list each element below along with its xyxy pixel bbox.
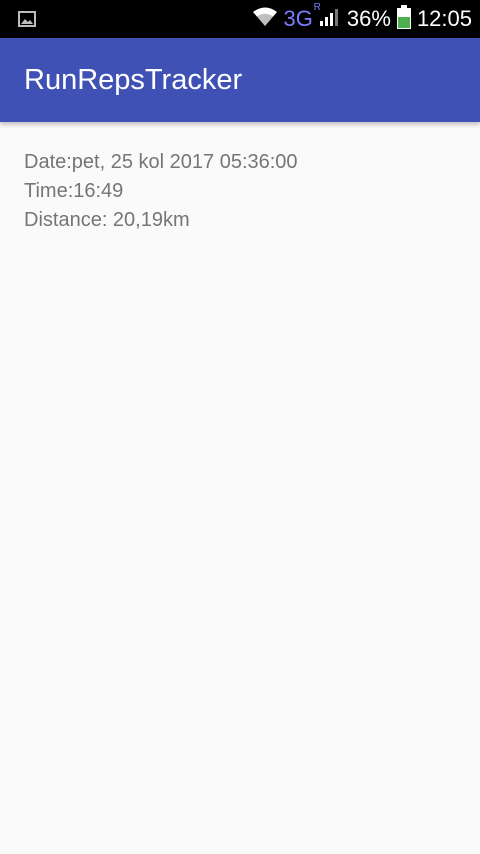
app-bar: RunRepsTracker: [0, 38, 480, 122]
clock: 12:05: [416, 6, 472, 31]
battery-icon: [396, 4, 411, 34]
network-type-label: 3G R: [283, 2, 321, 32]
status-icons: 3G R 36% 12:05: [246, 0, 472, 38]
run-time: Time:16:49: [24, 180, 124, 202]
roaming-indicator: R: [313, 2, 321, 13]
run-date: Date:pet, 25 kol 2017 05:36:00: [24, 151, 298, 173]
signal-bars-icon: [319, 7, 341, 32]
app-title: RunRepsTracker: [24, 64, 243, 96]
network-type-text: 3G: [283, 6, 313, 31]
run-details: Date:pet, 25 kol 2017 05:36:00 Time:16:4…: [24, 148, 298, 235]
image-icon: [18, 11, 36, 27]
status-bar: 3G R 36% 12:05: [0, 0, 480, 38]
wifi-icon: [252, 7, 278, 32]
run-distance: Distance: 20,19km: [24, 209, 190, 231]
battery-percent: 36%: [346, 6, 391, 31]
